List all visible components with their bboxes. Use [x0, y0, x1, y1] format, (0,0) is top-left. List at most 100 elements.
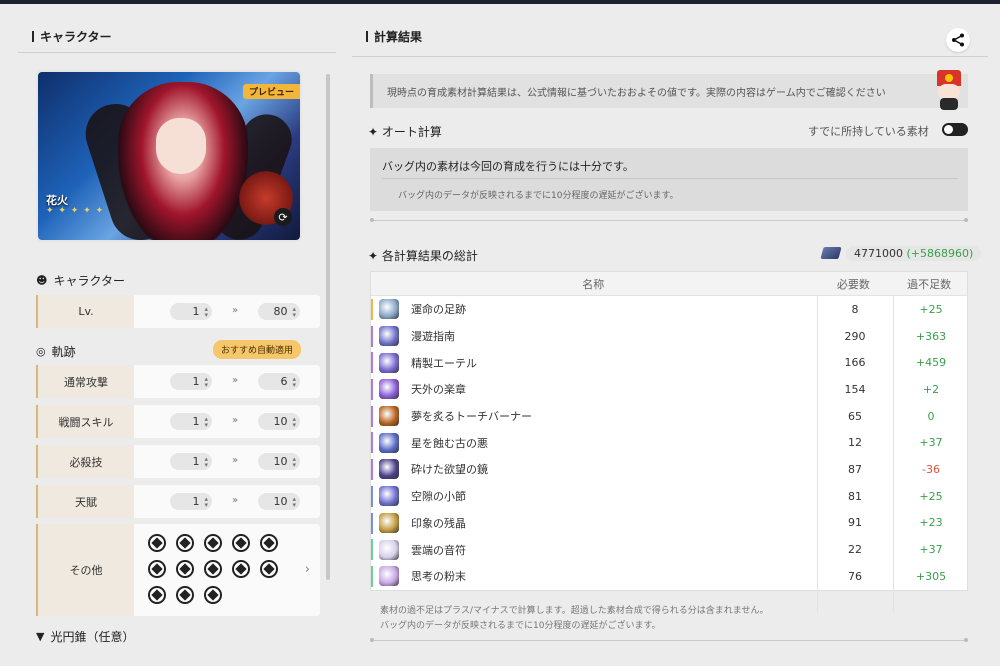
- title-bar-mark: [366, 31, 368, 42]
- trace-icon: ◎: [36, 345, 46, 358]
- required-count: 76: [848, 569, 862, 583]
- table-row: 夢を炙るトーチバーナー 65 0: [371, 403, 967, 430]
- stepper-arrows-icon[interactable]: ▴ ▾: [204, 415, 208, 428]
- material-icon: [379, 406, 399, 427]
- light-cone-section-heading: ▼ 光円錐（任意）: [36, 628, 134, 645]
- material-icon: [379, 566, 399, 587]
- bag-status-box: バッグ内の素材は今回の育成を行うには十分です。 バッグ内のデータが反映されるまで…: [370, 148, 968, 211]
- table-row: 思考の粉末 76 +305: [371, 563, 967, 590]
- level-from-stepper[interactable]: 1 ▴ ▾: [170, 303, 212, 320]
- decorative-divider: [370, 638, 968, 642]
- character-icon: ☻: [36, 274, 48, 287]
- rarity-stripe: [371, 432, 373, 454]
- level-to-stepper[interactable]: 80 ▴ ▾: [258, 303, 300, 320]
- double-chevron-icon: »: [232, 455, 238, 466]
- trace-node-icon[interactable]: [232, 560, 250, 578]
- trace-node-icon[interactable]: [148, 586, 166, 604]
- trace-node-icon[interactable]: [176, 560, 194, 578]
- swap-character-icon[interactable]: ⟳: [274, 208, 292, 226]
- character-card[interactable]: プレビュー 花火 ✦ ✦ ✦ ✦ ✦ ⟳: [36, 70, 302, 242]
- basic-attack-from-value: 1: [192, 375, 200, 388]
- material-name: 天外の楽章: [411, 383, 466, 397]
- ultimate-from-stepper[interactable]: 1 ▴ ▾: [170, 453, 212, 470]
- trace-node-icon[interactable]: [204, 560, 222, 578]
- notice-banner: 現時点の育成素材計算結果は、公式情報に基づいたおおよその値です。実際の内容はゲー…: [370, 74, 968, 108]
- level-to-value: 80: [273, 305, 288, 318]
- surplus-count: +305: [915, 569, 947, 583]
- table-row: 砕けた欲望の鏡 87 -36: [371, 456, 967, 483]
- result-panel-title: 計算結果: [366, 28, 422, 45]
- material-name: 運命の足跡: [411, 303, 466, 317]
- share-button[interactable]: [946, 28, 970, 52]
- credits-surplus: (+5868960): [906, 246, 974, 260]
- ultimate-to-value: 10: [273, 455, 288, 468]
- surplus-count: +23: [919, 516, 943, 530]
- stepper-arrows-icon[interactable]: ▴ ▾: [204, 305, 208, 318]
- required-count: 290: [844, 329, 866, 343]
- trace-node-icon[interactable]: [260, 534, 278, 552]
- skill-to-stepper[interactable]: 10 ▴ ▾: [258, 413, 300, 430]
- other-traces-row[interactable]: その他 ›: [36, 524, 320, 616]
- trace-node-icon[interactable]: [232, 534, 250, 552]
- basic-attack-from-stepper[interactable]: 1 ▴ ▾: [170, 373, 212, 390]
- required-count: 8: [851, 302, 859, 316]
- stepper-arrows-icon[interactable]: ▴ ▾: [292, 495, 296, 508]
- basic-attack-to-stepper[interactable]: 6 ▴ ▾: [258, 373, 300, 390]
- talent-row: 天賦 1 ▴ ▾ » 10 ▴ ▾: [36, 485, 320, 518]
- trace-node-icon[interactable]: [148, 534, 166, 552]
- trace-node-icon[interactable]: [176, 534, 194, 552]
- bag-status-message: バッグ内の素材は今回の育成を行うには十分です。: [382, 160, 634, 173]
- talent-from-value: 1: [192, 495, 200, 508]
- result-panel-title-text: 計算結果: [374, 30, 423, 44]
- talent-from-stepper[interactable]: 1 ▴ ▾: [170, 493, 212, 510]
- material-name: 星を蝕む古の悪: [411, 436, 488, 450]
- level-row: Lv. 1 ▴ ▾ » 80 ▴ ▾: [36, 295, 320, 328]
- character-panel-title-text: キャラクター: [40, 30, 112, 44]
- basic-attack-label: 通常攻撃: [36, 365, 134, 398]
- rarity-stripe: [371, 299, 373, 320]
- stepper-arrows-icon[interactable]: ▴ ▾: [292, 305, 296, 318]
- trace-node-icon[interactable]: [204, 534, 222, 552]
- stepper-arrows-icon[interactable]: ▴ ▾: [292, 415, 296, 428]
- stepper-arrows-icon[interactable]: ▴ ▾: [204, 375, 208, 388]
- auto-apply-button[interactable]: おすすめ自動適用: [213, 340, 302, 359]
- rarity-stars: ✦ ✦ ✦ ✦ ✦: [46, 206, 105, 216]
- trace-node-icon[interactable]: [260, 560, 278, 578]
- double-chevron-icon: »: [232, 375, 238, 386]
- stepper-arrows-icon[interactable]: ▴ ▾: [204, 495, 208, 508]
- surplus-count: +459: [915, 356, 947, 370]
- material-icon: [379, 512, 399, 533]
- material-icon: [379, 539, 399, 560]
- footnote-delay: バッグ内のデータが反映されるまでに10分程度の遅延がございます。: [380, 621, 661, 631]
- trace-section-label: 軌跡: [51, 345, 76, 359]
- trace-node-icon[interactable]: [148, 560, 166, 578]
- materials-table: 名称 必要数 過不足数 運命の足跡 8 +25 漫遊指南 290 +363 精製エーテル 16…: [370, 271, 968, 613]
- surplus-count: +2: [922, 382, 940, 396]
- level-label: Lv.: [36, 295, 134, 328]
- ultimate-to-stepper[interactable]: 10 ▴ ▾: [258, 453, 300, 470]
- preview-badge[interactable]: プレビュー: [242, 84, 300, 99]
- material-icon: [379, 326, 399, 347]
- chevron-right-icon[interactable]: ›: [305, 562, 310, 577]
- stepper-arrows-icon[interactable]: ▴ ▾: [292, 455, 296, 468]
- stepper-arrows-icon[interactable]: ▴ ▾: [292, 375, 296, 388]
- stepper-arrows-icon[interactable]: ▴ ▾: [204, 455, 208, 468]
- credits-value: 4771000: [854, 246, 903, 260]
- rarity-stripe: [371, 352, 373, 374]
- credits-display: 4771000 (+5868960): [820, 244, 982, 262]
- trace-node-icon[interactable]: [204, 586, 222, 604]
- credits-pill: 4771000 (+5868960): [846, 245, 982, 261]
- skill-from-stepper[interactable]: 1 ▴ ▾: [170, 413, 212, 430]
- surplus-count: +363: [915, 329, 947, 343]
- character-section-heading: ☻ キャラクター: [36, 272, 125, 289]
- talent-to-stepper[interactable]: 10 ▴ ▾: [258, 493, 300, 510]
- mascot-icon: [932, 70, 966, 110]
- material-icon: [379, 486, 399, 507]
- auto-calc-label: オート計算: [381, 125, 442, 139]
- owned-materials-toggle[interactable]: [942, 123, 968, 136]
- talent-to-value: 10: [273, 495, 288, 508]
- trace-node-icon[interactable]: [176, 586, 194, 604]
- scrollbar[interactable]: [326, 74, 330, 580]
- owned-materials-label: すでに所持している素材: [808, 125, 929, 138]
- material-icon: [379, 432, 399, 453]
